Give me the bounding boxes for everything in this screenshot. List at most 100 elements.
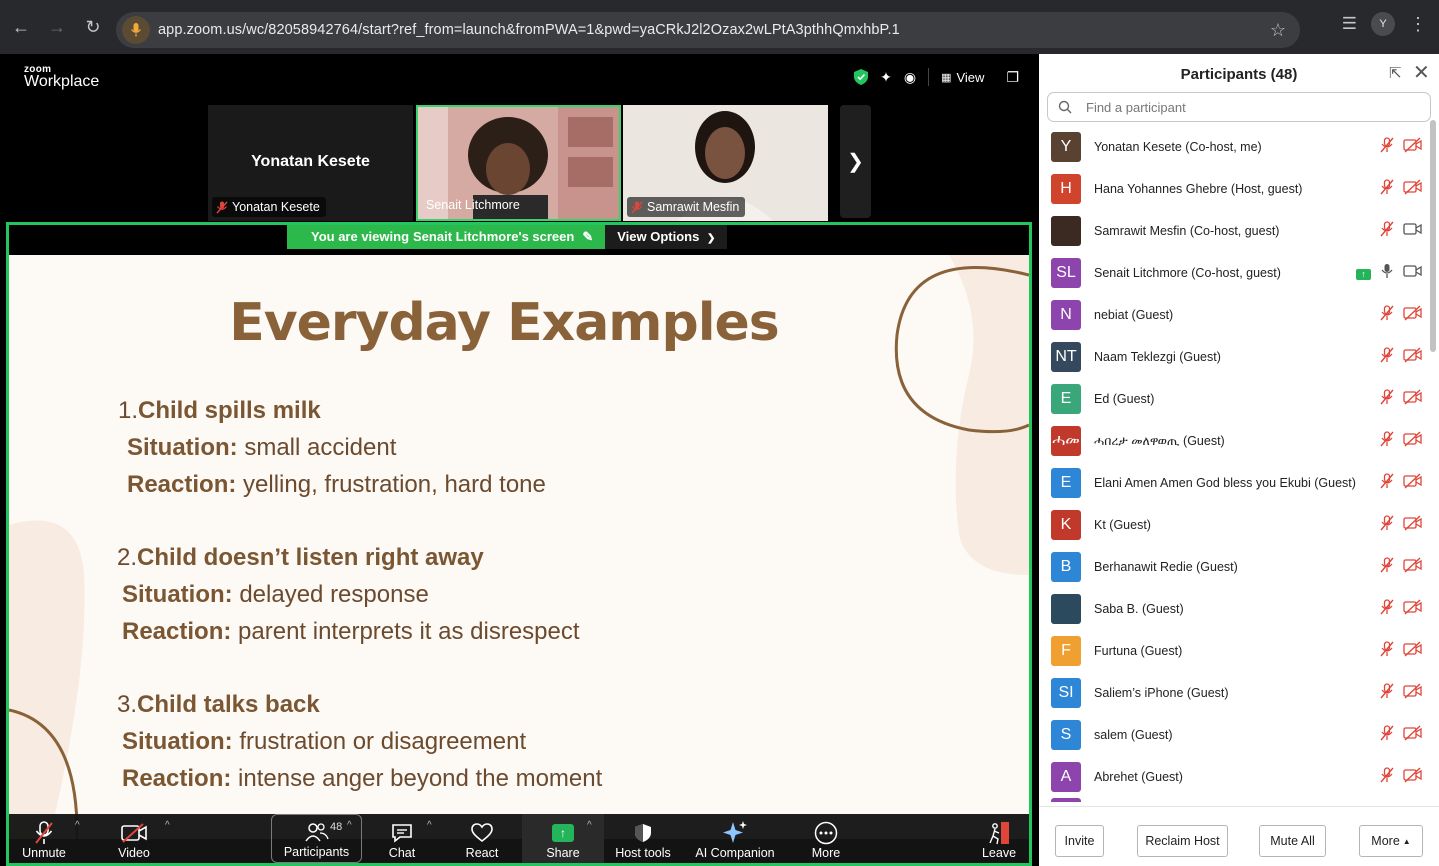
mic-muted-icon[interactable] [1379,346,1395,368]
participant-row[interactable]: A Abrehet (Guest) [1039,756,1431,798]
participant-row[interactable]: H Hana Yohannes Ghebre (Host, guest) [1039,168,1431,210]
host-tools-button[interactable]: Host tools [611,814,675,863]
video-off-icon[interactable] [1403,556,1423,578]
sparkle-icon[interactable]: ✦ [880,69,892,86]
video-tile-senait[interactable]: Senait Litchmore [416,105,621,221]
participant-search[interactable] [1047,92,1431,122]
chevron-down-icon: ❯ [706,233,716,244]
popout-icon[interactable]: ⇱ [1389,64,1402,82]
participant-status-icons [1379,766,1423,788]
video-off-icon[interactable] [1403,724,1423,746]
mic-muted-icon[interactable] [1379,178,1395,200]
participant-row[interactable]: ሓመ ሓበረታ መለዋወጢ (Guest) [1039,420,1431,462]
invite-button[interactable]: Invite [1055,825,1104,857]
mic-muted-icon[interactable] [1379,472,1395,494]
participant-row[interactable]: K Kt (Guest) [1039,504,1431,546]
video-tile-yonatan[interactable]: Yonatan Kesete Yonatan Kesete [208,105,413,221]
bookmark-star-icon[interactable]: ☆ [1270,20,1286,41]
participant-name: Elani Amen Amen God bless you Ekubi (Gue… [1094,476,1356,490]
ai-companion-button[interactable]: AI Companion [693,814,777,863]
participants-scrollbar[interactable] [1430,120,1436,352]
audio-options-caret-icon[interactable]: ^ [75,820,80,831]
extensions-icon[interactable]: ☰ [1342,14,1357,34]
mic-muted-icon[interactable] [1379,682,1395,704]
view-button[interactable]: ▦ View [941,70,984,85]
video-off-icon[interactable] [1403,640,1423,662]
participant-row[interactable]: Samrawit Mesfin (Co-host, guest) [1039,210,1431,252]
mic-muted-icon[interactable] [1379,514,1395,536]
react-button[interactable]: React [459,814,505,863]
video-off-icon[interactable] [1403,430,1423,452]
mic-muted-icon[interactable] [1379,220,1395,242]
video-icon[interactable] [1403,263,1423,284]
video-options-caret-icon[interactable]: ^ [165,820,170,831]
record-icon[interactable]: ◉ [904,69,916,86]
participant-row[interactable]: E Elani Amen Amen God bless you Ekubi (Gu… [1039,462,1431,504]
mic-muted-icon[interactable] [1379,304,1395,326]
profile-avatar[interactable]: Y [1371,12,1395,36]
mic-muted-icon[interactable] [1379,556,1395,578]
search-input[interactable] [1086,99,1406,115]
video-off-icon[interactable] [1403,472,1423,494]
video-off-icon[interactable] [1403,136,1423,158]
video-off-icon[interactable] [1403,346,1423,368]
video-off-icon[interactable] [1403,598,1423,620]
participant-row[interactable]: Nnebiat (Guest) [1039,294,1431,336]
avatar: K [1051,510,1081,540]
forward-icon[interactable]: → [39,9,75,45]
view-options-button[interactable]: View Options ❯ [605,225,728,249]
slide-item-3-reaction: Reaction: intense anger beyond the momen… [122,765,602,793]
participant-row[interactable]: SL Senait Litchmore (Co-host, guest) ↑ [1039,252,1431,294]
header-divider [928,68,930,86]
participant-row-partial[interactable] [1051,798,1081,802]
video-off-icon[interactable] [1403,682,1423,704]
mic-muted-icon[interactable] [1379,430,1395,452]
encryption-shield-icon[interactable] [854,69,869,85]
reclaim-host-button[interactable]: Reclaim Host [1137,825,1228,857]
video-off-icon[interactable] [1403,766,1423,788]
chat-icon [391,820,413,846]
unmute-button[interactable]: Unmute [17,814,71,863]
ai-companion-label: AI Companion [695,846,775,860]
mic-muted-icon[interactable] [1379,724,1395,746]
participant-status-icons [1379,388,1423,410]
video-off-icon[interactable] [1403,178,1423,200]
mic-muted-icon[interactable] [1379,136,1395,158]
participant-row[interactable]: SI Saliem’s iPhone (Guest) [1039,672,1431,714]
video-button[interactable]: Video [109,814,159,863]
chat-caret-icon[interactable]: ^ [427,820,432,831]
mic-muted-icon[interactable] [1379,640,1395,662]
video-icon[interactable] [1403,221,1423,242]
fullscreen-icon[interactable]: ❐ [1006,69,1019,86]
participant-row[interactable]: B Berhanawit Redie (Guest) [1039,546,1431,588]
participant-row[interactable]: E Ed (Guest) [1039,378,1431,420]
participants-caret-icon[interactable]: ^ [347,820,352,831]
video-tile-samrawit[interactable]: Samrawit Mesfin [623,105,828,221]
mic-muted-icon[interactable] [1379,766,1395,788]
close-icon[interactable]: ✕ [1413,60,1430,85]
participant-row[interactable]: NT Naam Teklezgi (Guest) [1039,336,1431,378]
back-icon[interactable]: ← [3,9,39,45]
mic-muted-icon[interactable] [1379,598,1395,620]
next-page-chevron-icon[interactable]: ❯ [840,105,871,218]
video-off-icon[interactable] [1403,304,1423,326]
share-caret-icon[interactable]: ^ [587,820,592,831]
reaction-text: intense anger beyond the moment [238,765,603,792]
browser-menu-icon[interactable]: ⋮ [1409,14,1427,35]
chat-button[interactable]: Chat [381,814,423,863]
more-menu-button[interactable]: More ▲ [1359,825,1423,857]
more-button[interactable]: More [807,814,845,863]
participant-row[interactable]: Y Yonatan Kesete (Co-host, me) [1039,126,1431,168]
video-off-icon[interactable] [1403,514,1423,536]
microphone-site-icon[interactable] [122,16,150,44]
video-off-icon[interactable] [1403,388,1423,410]
mic-muted-icon[interactable] [1379,388,1395,410]
leave-button[interactable]: Leave [979,814,1019,863]
participant-row[interactable]: Ssalem (Guest) [1039,714,1431,756]
mic-icon[interactable] [1379,263,1395,284]
reload-icon[interactable]: ↻ [75,9,111,45]
participant-row[interactable]: F Furtuna (Guest) [1039,630,1431,672]
address-bar[interactable]: app.zoom.us/wc/82058942764/start?ref_fro… [116,12,1300,48]
participant-row[interactable]: Saba B. (Guest) [1039,588,1431,630]
mute-all-button[interactable]: Mute All [1259,825,1326,857]
